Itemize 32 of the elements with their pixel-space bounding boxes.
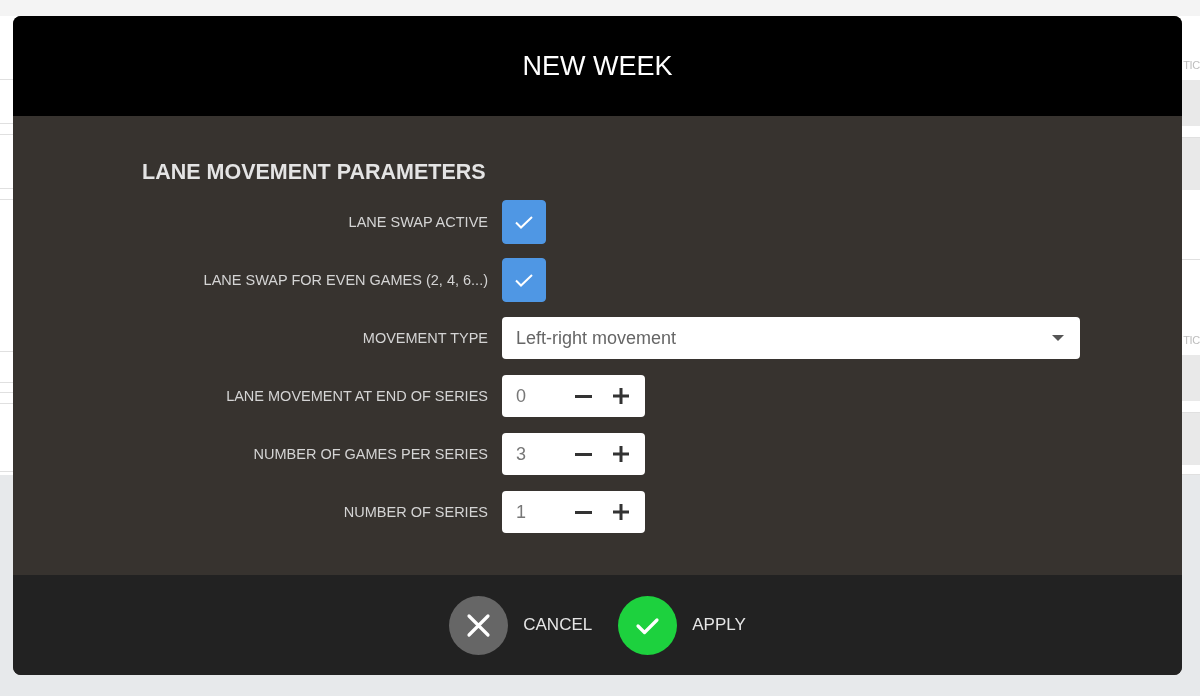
minus-icon bbox=[574, 510, 592, 514]
plus-icon bbox=[613, 446, 629, 462]
minus-icon bbox=[574, 394, 592, 398]
plus-icon bbox=[613, 388, 629, 404]
apply-button[interactable]: APPLY bbox=[618, 595, 746, 655]
column-header-text: TIC bbox=[1183, 59, 1200, 73]
check-icon bbox=[515, 273, 533, 287]
dialog-title: NEW WEEK bbox=[522, 50, 673, 82]
field-label: LANE MOVEMENT AT END OF SERIES bbox=[226, 388, 488, 404]
cancel-button[interactable]: CANCEL bbox=[449, 595, 593, 655]
plus-icon bbox=[613, 504, 629, 520]
number-input[interactable]: 0 bbox=[516, 385, 568, 407]
checkbox[interactable] bbox=[502, 200, 546, 244]
checkbox[interactable] bbox=[502, 258, 546, 302]
check-icon bbox=[618, 595, 678, 655]
number-stepper[interactable]: 3 bbox=[502, 433, 645, 475]
dropdown[interactable]: Left-right movement bbox=[502, 317, 1080, 359]
minus-icon bbox=[574, 452, 592, 456]
field-label: NUMBER OF GAMES PER SERIES bbox=[253, 446, 488, 462]
number-input[interactable]: 3 bbox=[516, 443, 568, 465]
field-label: NUMBER OF SERIES bbox=[343, 504, 488, 520]
caret-icon bbox=[1052, 335, 1064, 341]
number-input[interactable]: 1 bbox=[516, 501, 568, 523]
check-icon bbox=[515, 215, 533, 229]
field-label: LANE SWAP ACTIVE bbox=[348, 214, 488, 230]
close-icon bbox=[449, 595, 509, 655]
field-label: LANE SWAP FOR EVEN GAMES (2, 4, 6...) bbox=[203, 272, 488, 288]
field-label: MOVEMENT TYPE bbox=[362, 330, 488, 346]
number-stepper[interactable]: 0 bbox=[502, 375, 645, 417]
number-stepper[interactable]: 1 bbox=[502, 491, 645, 533]
section-heading: LANE MOVEMENT PARAMETERS bbox=[142, 159, 486, 185]
column-header-text: TIC bbox=[1183, 334, 1200, 348]
